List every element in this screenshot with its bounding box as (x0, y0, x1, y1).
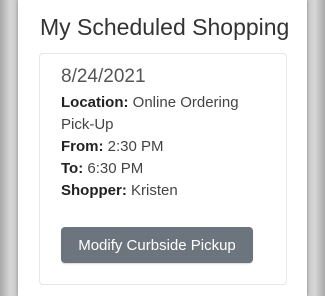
appointment-details: Location: Online Ordering Pick-Up From: … (61, 92, 276, 202)
from-label: From: (61, 138, 104, 155)
from-row: From: 2:30 PM (61, 136, 276, 158)
from-value: 2:30 PM (107, 138, 164, 155)
location-label: Location: (61, 94, 129, 111)
appointment-card: 8/24/2021 Location: Online Ordering Pick… (39, 53, 287, 285)
shopper-row: Shopper: Kristen (61, 180, 276, 202)
page-title: My Scheduled Shopping (40, 14, 290, 40)
to-label: To: (61, 160, 84, 177)
scheduled-shopping-panel: My Scheduled Shopping 8/24/2021 Location… (18, 0, 307, 296)
appointment-date: 8/24/2021 (61, 66, 146, 87)
to-row: To: 6:30 PM (61, 158, 276, 180)
shopper-label: Shopper: (61, 182, 127, 199)
location-row: Location: Online Ordering Pick-Up (61, 92, 276, 136)
screenshot-stage: My Scheduled Shopping 8/24/2021 Location… (0, 0, 325, 296)
to-value: 6:30 PM (87, 160, 144, 177)
modify-curbside-pickup-button[interactable]: Modify Curbside Pickup (61, 227, 253, 263)
shopper-value: Kristen (131, 182, 178, 199)
